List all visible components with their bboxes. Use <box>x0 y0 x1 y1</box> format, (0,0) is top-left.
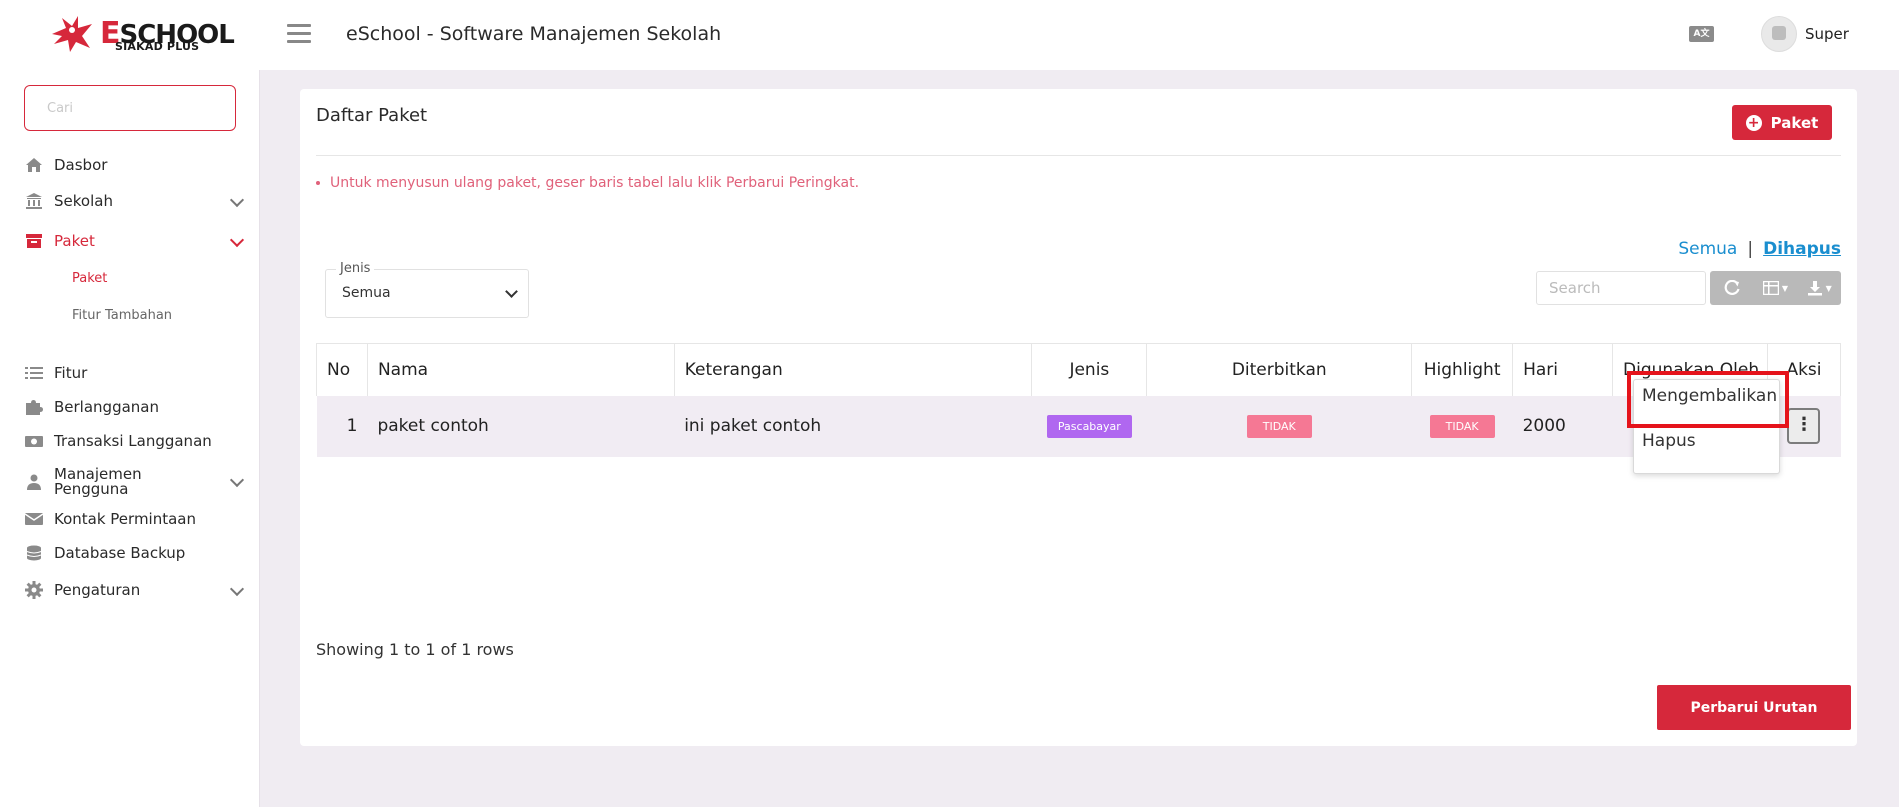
filter-deleted-link[interactable]: Dihapus <box>1763 239 1841 259</box>
cell-nama: paket contoh <box>367 395 675 457</box>
column-header-hari[interactable]: Hari <box>1512 343 1614 396</box>
jenis-filter-value: Semua <box>342 285 391 301</box>
update-order-button[interactable]: Perbarui Urutan <box>1657 685 1851 730</box>
sidebar-item-paket[interactable]: Paket <box>24 228 245 254</box>
add-package-label: Paket <box>1770 113 1819 132</box>
sidebar-item-label: Paket <box>54 231 95 250</box>
chevron-down-icon <box>229 232 245 248</box>
home-icon <box>24 156 44 174</box>
chevron-down-icon <box>229 581 245 597</box>
column-header-jenis[interactable]: Jenis <box>1031 343 1148 396</box>
cell-no: 1 <box>316 395 368 457</box>
sidebar-item-database-backup[interactable]: Database Backup <box>24 540 244 566</box>
sidebar-item-label: Database Backup <box>54 543 186 562</box>
reorder-note: Untuk menyusun ulang paket, geser baris … <box>316 175 859 191</box>
filter-separator: | <box>1747 239 1754 259</box>
gear-icon <box>24 581 44 599</box>
table-toolbar: ▼ ▼ <box>1710 271 1841 305</box>
logo-emblem-icon <box>52 16 92 52</box>
chevron-down-icon <box>505 285 518 298</box>
sidebar-search-input[interactable] <box>24 85 236 131</box>
eschool-logo[interactable]: ESCHOOL SIAKAD PLUS <box>48 14 235 54</box>
sidebar-item-label: Fitur <box>54 363 88 382</box>
bank-icon <box>24 192 44 210</box>
top-header: ESCHOOL SIAKAD PLUS eSchool - Software M… <box>0 0 1899 70</box>
sidebar-item-label: Sekolah <box>54 191 113 210</box>
sidebar-item-pengaturan[interactable]: Pengaturan <box>24 577 245 603</box>
money-icon <box>24 432 44 450</box>
sidebar-item-transaksi-langganan[interactable]: Transaksi Langganan <box>24 428 244 454</box>
status-badge: Pascabayar <box>1046 414 1132 438</box>
cell-hari: 2000 <box>1512 395 1613 457</box>
page-title: Daftar Paket <box>316 105 428 126</box>
language-icon[interactable]: A文 <box>1689 26 1714 42</box>
cell-jenis: Pascabayar <box>1031 395 1147 457</box>
sidebar-item-label: Pengaturan <box>54 580 141 599</box>
columns-toggle-icon[interactable]: ▼ <box>1754 271 1798 305</box>
status-filter-links: Semua | Dihapus <box>1678 239 1841 259</box>
cell-highlight: TIDAK <box>1411 395 1513 457</box>
status-badge: TIDAK <box>1429 414 1495 438</box>
download-icon[interactable]: ▼ <box>1797 271 1841 305</box>
sidebar-item-label: Transaksi Langganan <box>54 431 212 450</box>
sidebar-item-label: Berlangganan <box>54 397 159 416</box>
sidebar-item-manajemen-pengguna[interactable]: Manajemen Pengguna <box>24 462 245 502</box>
list-icon <box>24 364 44 382</box>
sidebar-subitem-paket[interactable]: Paket <box>72 271 107 286</box>
table-row[interactable]: 1 paket contoh ini paket contoh Pascabay… <box>316 395 1841 457</box>
app-title: eSchool - Software Manajemen Sekolah <box>346 23 722 45</box>
table-header-row: No Nama Keterangan Jenis Diterbitkan Hig… <box>316 343 1842 396</box>
jenis-filter-select[interactable]: Jenis Semua <box>325 261 529 318</box>
archive-icon <box>24 232 44 250</box>
sidebar-subitem-fitur-tambahan[interactable]: Fitur Tambahan <box>72 308 172 323</box>
sidebar-item-label: Kontak Permintaan <box>54 509 197 528</box>
filter-all-link[interactable]: Semua <box>1678 239 1737 259</box>
database-icon <box>24 544 44 562</box>
sidebar-item-dasbor[interactable]: Dasbor <box>24 152 244 178</box>
menu-item-hapus[interactable]: Hapus <box>1642 431 1696 451</box>
column-header-keterangan[interactable]: Keterangan <box>673 343 1033 396</box>
chevron-down-icon <box>229 472 245 488</box>
jenis-filter-label: Jenis <box>336 261 375 276</box>
refresh-icon[interactable] <box>1710 271 1754 305</box>
sidebar-item-label: Manajemen Pengguna <box>54 465 142 498</box>
puzzle-icon <box>24 398 44 416</box>
more-vertical-icon[interactable]: ⋮ <box>1787 408 1821 444</box>
brand-tagline: SIAKAD PLUS <box>115 40 200 53</box>
column-header-no[interactable]: No <box>316 343 368 396</box>
sidebar-item-berlangganan[interactable]: Berlangganan <box>24 394 244 420</box>
column-header-nama[interactable]: Nama <box>366 343 675 396</box>
highlight-annotation-box <box>1627 371 1789 428</box>
sidebar: Dasbor Sekolah Paket Paket Fitur Tambaha… <box>0 70 260 807</box>
sidebar-item-kontak-permintaan[interactable]: Kontak Permintaan <box>24 506 244 532</box>
sidebar-item-sekolah[interactable]: Sekolah <box>24 188 245 214</box>
add-package-button[interactable]: + Paket <box>1732 105 1832 140</box>
sidebar-item-fitur[interactable]: Fitur <box>24 360 244 386</box>
avatar[interactable] <box>1761 16 1797 52</box>
users-icon <box>24 473 44 491</box>
chevron-down-icon <box>229 192 245 208</box>
hamburger-menu-icon[interactable] <box>287 24 311 46</box>
column-header-diterbitkan[interactable]: Diterbitkan <box>1146 343 1413 396</box>
cell-diterbitkan: TIDAK <box>1146 395 1412 457</box>
pagination-info: Showing 1 to 1 of 1 rows <box>316 640 514 659</box>
package-list-card: Daftar Paket + Paket Untuk menyusun ulan… <box>300 89 1857 746</box>
status-badge: TIDAK <box>1246 414 1312 438</box>
user-name[interactable]: Super <box>1805 25 1849 43</box>
mail-icon <box>24 510 44 528</box>
sidebar-item-label: Dasbor <box>54 155 108 174</box>
plus-circle-icon: + <box>1745 114 1762 131</box>
cell-keterangan: ini paket contoh <box>674 395 1032 457</box>
divider <box>316 155 1841 156</box>
package-table: No Nama Keterangan Jenis Diterbitkan Hig… <box>316 343 1842 457</box>
table-search-input[interactable] <box>1536 271 1706 305</box>
column-header-highlight[interactable]: Highlight <box>1411 343 1514 396</box>
